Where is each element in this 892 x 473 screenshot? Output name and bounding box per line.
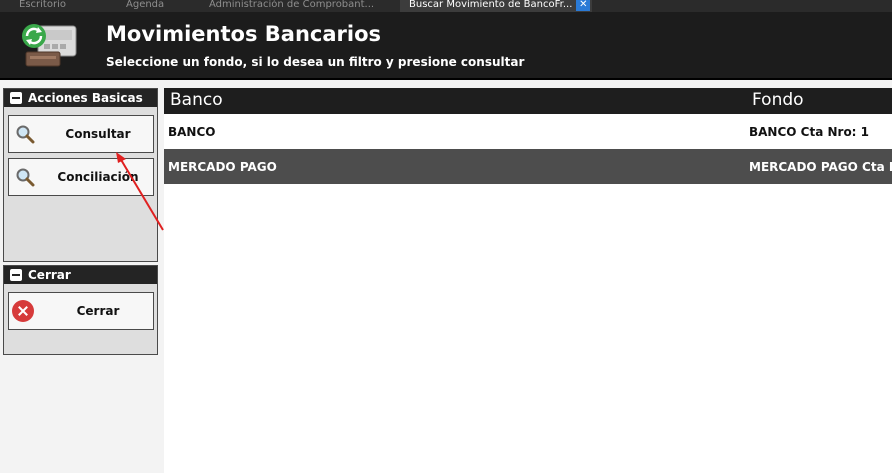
tab-escritorio[interactable]: Escritorio	[19, 0, 66, 12]
tab-label: Buscar Movimiento de BancoFr...	[409, 0, 573, 10]
panel-title: Cerrar	[28, 268, 71, 282]
table-row[interactable]: BANCO BANCO Cta Nro: 1	[164, 114, 892, 149]
fondos-table: Banco Fondo BANCO BANCO Cta Nro: 1 MERCA…	[164, 88, 892, 184]
table-header: Banco Fondo	[164, 88, 892, 114]
panel-title: Acciones Basicas	[28, 91, 143, 105]
consultar-button[interactable]: Consultar	[8, 115, 154, 153]
page-header: Movimientos Bancarios Seleccione un fond…	[0, 12, 892, 80]
tab-close-icon[interactable]: ✕	[576, 0, 591, 11]
button-label: Conciliación	[57, 170, 139, 184]
cerrar-button[interactable]: Cerrar	[8, 292, 154, 330]
panel-cerrar: Cerrar Cerrar	[3, 265, 158, 355]
close-circle-icon	[12, 300, 34, 322]
tab-strip: Escritorio Agenda Administración de Comp…	[0, 0, 892, 12]
tab-administracion[interactable]: Administración de Comprobant...	[209, 0, 374, 12]
magnifier-icon	[16, 125, 35, 144]
panel-acciones-basicas: Acciones Basicas Consultar Conciliación	[3, 88, 158, 262]
magnifier-icon	[16, 168, 35, 187]
cell-banco: BANCO	[168, 125, 216, 139]
bank-movements-icon	[22, 24, 77, 67]
collapse-icon[interactable]	[10, 269, 22, 281]
cell-fondo: MERCADO PAGO Cta Nro: 2	[749, 160, 892, 174]
tab-agenda[interactable]: Agenda	[126, 0, 164, 12]
collapse-icon[interactable]	[10, 92, 22, 104]
column-header-fondo[interactable]: Fondo	[752, 90, 804, 110]
cell-fondo: BANCO Cta Nro: 1	[749, 125, 870, 139]
page-subtitle: Seleccione un fondo, si lo desea un filt…	[106, 55, 525, 69]
conciliacion-button[interactable]: Conciliación	[8, 158, 154, 196]
table-empty-area	[164, 184, 892, 473]
table-row-selected[interactable]: MERCADO PAGO MERCADO PAGO Cta Nro: 2	[164, 149, 892, 184]
column-header-banco[interactable]: Banco	[170, 90, 223, 110]
tab-buscar-movimiento[interactable]: Buscar Movimiento de BancoFr... ✕	[400, 0, 593, 12]
panel-header-cerrar[interactable]: Cerrar	[4, 266, 157, 284]
panel-header-acciones[interactable]: Acciones Basicas	[4, 89, 157, 107]
button-label: Consultar	[65, 127, 131, 141]
cell-banco: MERCADO PAGO	[168, 160, 277, 174]
page-title: Movimientos Bancarios	[106, 22, 381, 46]
button-label: Cerrar	[76, 304, 120, 318]
